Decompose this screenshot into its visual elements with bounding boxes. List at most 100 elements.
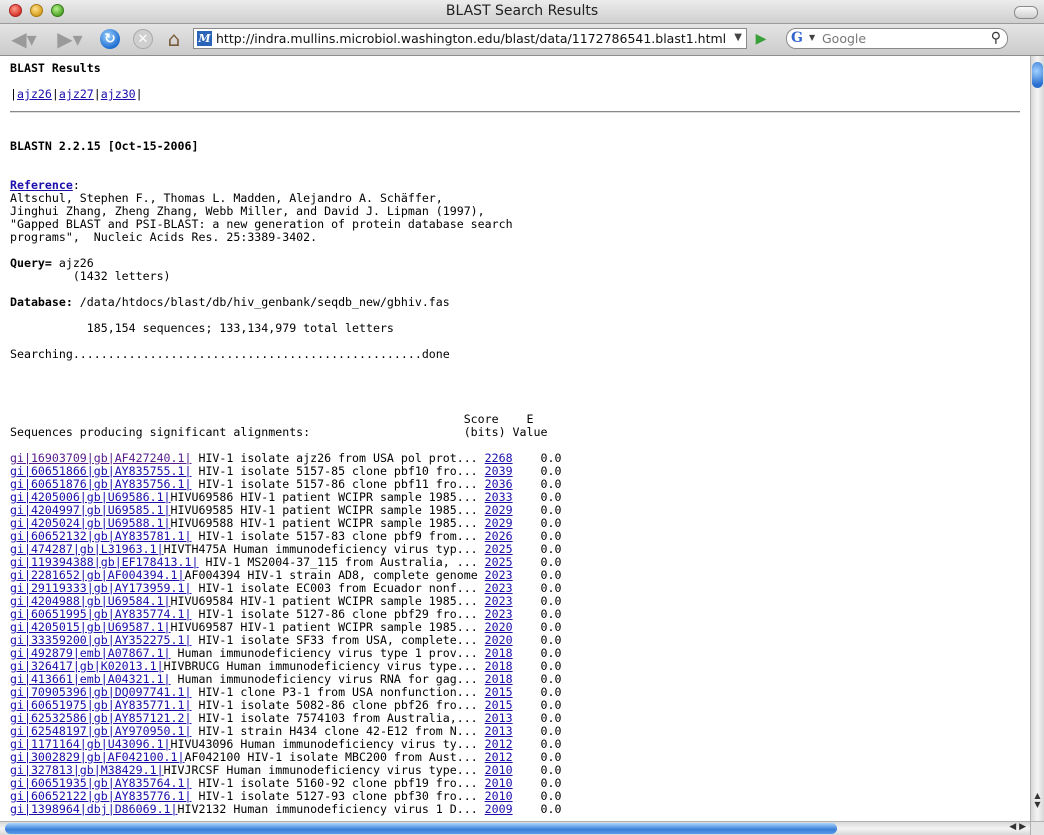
sequence-id-link[interactable]: gi|4204997|gb|U69585.1| bbox=[10, 503, 171, 517]
search-box[interactable]: G ▼ Google ⚲ bbox=[786, 28, 1008, 49]
sequence-id-link[interactable]: gi|474287|gb|L31963.1| bbox=[10, 542, 164, 556]
score-link[interactable]: 2012 bbox=[485, 750, 513, 764]
nav-link-ajz27[interactable]: ajz27 bbox=[59, 87, 94, 101]
hits-table: gi|16903709|gb|AF427240.1| HIV-1 isolate… bbox=[10, 451, 561, 816]
score-link[interactable]: 2018 bbox=[485, 659, 513, 673]
score-column-header: Score E bbox=[10, 412, 534, 426]
table-row: gi|60651995|gb|AY835774.1| HIV-1 isolate… bbox=[10, 607, 561, 621]
go-button[interactable]: ▶ bbox=[752, 27, 770, 51]
sequence-id-link[interactable]: gi|413661|emb|A04321.1| bbox=[10, 672, 171, 686]
sequence-id-link[interactable]: gi|1398964|dbj|D86069.1| bbox=[10, 802, 178, 816]
score-link[interactable]: 2010 bbox=[485, 763, 513, 777]
scroll-arrows-icon[interactable]: ▲ ▼ bbox=[1031, 791, 1044, 821]
sequence-id-link[interactable]: gi|33359200|gb|AY352275.1| bbox=[10, 633, 191, 647]
horizontal-scroll-thumb[interactable] bbox=[5, 823, 837, 834]
sequence-id-link[interactable]: gi|60651975|gb|AY835771.1| bbox=[10, 698, 191, 712]
table-row: gi|33359200|gb|AY352275.1| HIV-1 isolate… bbox=[10, 633, 561, 647]
score-link[interactable]: 2020 bbox=[485, 633, 513, 647]
sequence-id-link[interactable]: gi|60651866|gb|AY835755.1| bbox=[10, 464, 191, 478]
sequence-description: HIVU43096 Human immunodeficiency virus t… bbox=[170, 737, 478, 751]
url-history-dropdown-icon[interactable]: ▼ bbox=[734, 32, 742, 43]
url-text[interactable]: http://indra.mullins.microbiol.washingto… bbox=[216, 31, 726, 46]
vertical-scroll-thumb[interactable] bbox=[1032, 62, 1043, 88]
sequence-id-link[interactable]: gi|119394388|gb|EF178413.1| bbox=[10, 555, 198, 569]
score-link[interactable]: 2018 bbox=[485, 672, 513, 686]
sequence-id-link[interactable]: gi|62548197|gb|AY970950.1| bbox=[10, 724, 191, 738]
score-link[interactable]: 2023 bbox=[485, 581, 513, 595]
score-link[interactable]: 2012 bbox=[485, 737, 513, 751]
score-link[interactable]: 2015 bbox=[485, 698, 513, 712]
table-row: gi|60651876|gb|AY835756.1| HIV-1 isolate… bbox=[10, 477, 561, 491]
sequence-id-link[interactable]: gi|3002829|gb|AF042100.1| bbox=[10, 750, 185, 764]
table-row: gi|119394388|gb|EF178413.1| HIV-1 MS2004… bbox=[10, 555, 561, 569]
query-letters: (1432 letters) bbox=[10, 269, 171, 283]
blast-report: BLAST Results |ajz26|ajz27|ajz30| BLASTN… bbox=[10, 61, 562, 816]
search-engine-icon[interactable]: G bbox=[791, 30, 803, 46]
url-bar[interactable]: M http://indra.mullins.microbiol.washing… bbox=[193, 28, 747, 49]
score-link[interactable]: 2010 bbox=[485, 776, 513, 790]
nav-link-ajz26[interactable]: ajz26 bbox=[17, 87, 52, 101]
score-link[interactable]: 2023 bbox=[485, 594, 513, 608]
score-link[interactable]: 2268 bbox=[485, 451, 513, 465]
vertical-scrollbar[interactable]: ▲ ▼ bbox=[1030, 56, 1044, 821]
horizontal-scrollbar[interactable]: ◀ ▶ bbox=[0, 821, 1030, 835]
nav-link-ajz30[interactable]: ajz30 bbox=[101, 87, 136, 101]
score-link[interactable]: 2039 bbox=[485, 464, 513, 478]
score-link[interactable]: 2029 bbox=[485, 516, 513, 530]
stop-button[interactable]: ✕ bbox=[131, 27, 155, 51]
sequence-id-link[interactable]: gi|326417|gb|K02013.1| bbox=[10, 659, 164, 673]
score-link[interactable]: 2010 bbox=[485, 789, 513, 803]
sequence-id-link[interactable]: gi|1171164|gb|U43096.1| bbox=[10, 737, 171, 751]
database-stats: 185,154 sequences; 133,134,979 total let… bbox=[10, 321, 394, 335]
score-link[interactable]: 2036 bbox=[485, 477, 513, 491]
table-row: gi|474287|gb|L31963.1|HIVTH475A Human im… bbox=[10, 542, 561, 556]
score-link[interactable]: 2029 bbox=[485, 503, 513, 517]
score-link[interactable]: 2026 bbox=[485, 529, 513, 543]
table-row: gi|326417|gb|K02013.1|HIVBRUCG Human imm… bbox=[10, 659, 561, 673]
blast-version: BLASTN 2.2.15 [Oct-15-2006] bbox=[10, 139, 199, 153]
sequence-id-link[interactable]: gi|60651995|gb|AY835774.1| bbox=[10, 607, 191, 621]
sequence-id-link[interactable]: gi|60652132|gb|AY835781.1| bbox=[10, 529, 191, 543]
score-link[interactable]: 2015 bbox=[485, 685, 513, 699]
score-link[interactable]: 2033 bbox=[485, 490, 513, 504]
score-link[interactable]: 2013 bbox=[485, 724, 513, 738]
sequence-id-link[interactable]: gi|70905396|gb|DQ097741.1| bbox=[10, 685, 191, 699]
window-titlebar: BLAST Search Results bbox=[0, 0, 1044, 24]
score-link[interactable]: 2023 bbox=[485, 607, 513, 621]
score-link[interactable]: 2025 bbox=[485, 555, 513, 569]
sequence-id-link[interactable]: gi|60651935|gb|AY835764.1| bbox=[10, 776, 191, 790]
sequence-id-link[interactable]: gi|4204988|gb|U69584.1| bbox=[10, 594, 171, 608]
evalue: 0.0 bbox=[540, 763, 562, 777]
reference-text: Altschul, Stephen F., Thomas L. Madden, … bbox=[10, 191, 513, 244]
sequence-id-link[interactable]: gi|60651876|gb|AY835756.1| bbox=[10, 477, 191, 491]
search-icon[interactable]: ⚲ bbox=[991, 30, 1001, 46]
reload-button[interactable]: ↻ bbox=[98, 27, 122, 51]
sequence-id-link[interactable]: gi|62532586|gb|AY857121.2| bbox=[10, 711, 191, 725]
score-link[interactable]: 2013 bbox=[485, 711, 513, 725]
sequence-id-link[interactable]: gi|492879|emb|A07867.1| bbox=[10, 646, 171, 660]
search-input[interactable]: Google bbox=[822, 31, 866, 46]
score-link[interactable]: 2009 bbox=[485, 802, 513, 816]
sequence-id-link[interactable]: gi|29119333|gb|AY173959.1| bbox=[10, 581, 191, 595]
score-link[interactable]: 2025 bbox=[485, 542, 513, 556]
sequence-description: HIV-1 isolate 5160-92 clone pbf19 fro... bbox=[191, 776, 478, 790]
sequence-id-link[interactable]: gi|327813|gb|M38429.1| bbox=[10, 763, 164, 777]
sequence-description: HIVJRCSF Human immunodeficiency virus ty… bbox=[163, 763, 478, 777]
score-link[interactable]: 2018 bbox=[485, 646, 513, 660]
home-button[interactable]: ⌂ bbox=[161, 27, 187, 51]
reference-link[interactable]: Reference bbox=[10, 178, 73, 192]
score-link[interactable]: 2020 bbox=[485, 620, 513, 634]
sequence-id-link[interactable]: gi|2281652|gb|AF004394.1| bbox=[10, 568, 185, 582]
search-engine-dropdown-icon[interactable]: ▼ bbox=[809, 33, 815, 42]
back-button[interactable]: ◀▾ bbox=[4, 27, 44, 51]
sequence-id-link[interactable]: gi|60652122|gb|AY835776.1| bbox=[10, 789, 191, 803]
sequence-id-link[interactable]: gi|16903709|gb|AF427240.1| bbox=[10, 451, 191, 465]
sequence-description: HIV-1 MS2004-37_115 from Australia, ... bbox=[198, 555, 478, 569]
sequence-id-link[interactable]: gi|4205024|gb|U69588.1| bbox=[10, 516, 171, 530]
horizontal-scroll-arrows-icon[interactable]: ◀ ▶ bbox=[1009, 822, 1026, 832]
score-link[interactable]: 2023 bbox=[485, 568, 513, 582]
forward-button[interactable]: ▶▾ bbox=[50, 27, 90, 51]
sequence-id-link[interactable]: gi|4205015|gb|U69587.1| bbox=[10, 620, 171, 634]
sequence-id-link[interactable]: gi|4205006|gb|U69586.1| bbox=[10, 490, 171, 504]
toolbar-toggle-button[interactable] bbox=[1014, 6, 1038, 19]
